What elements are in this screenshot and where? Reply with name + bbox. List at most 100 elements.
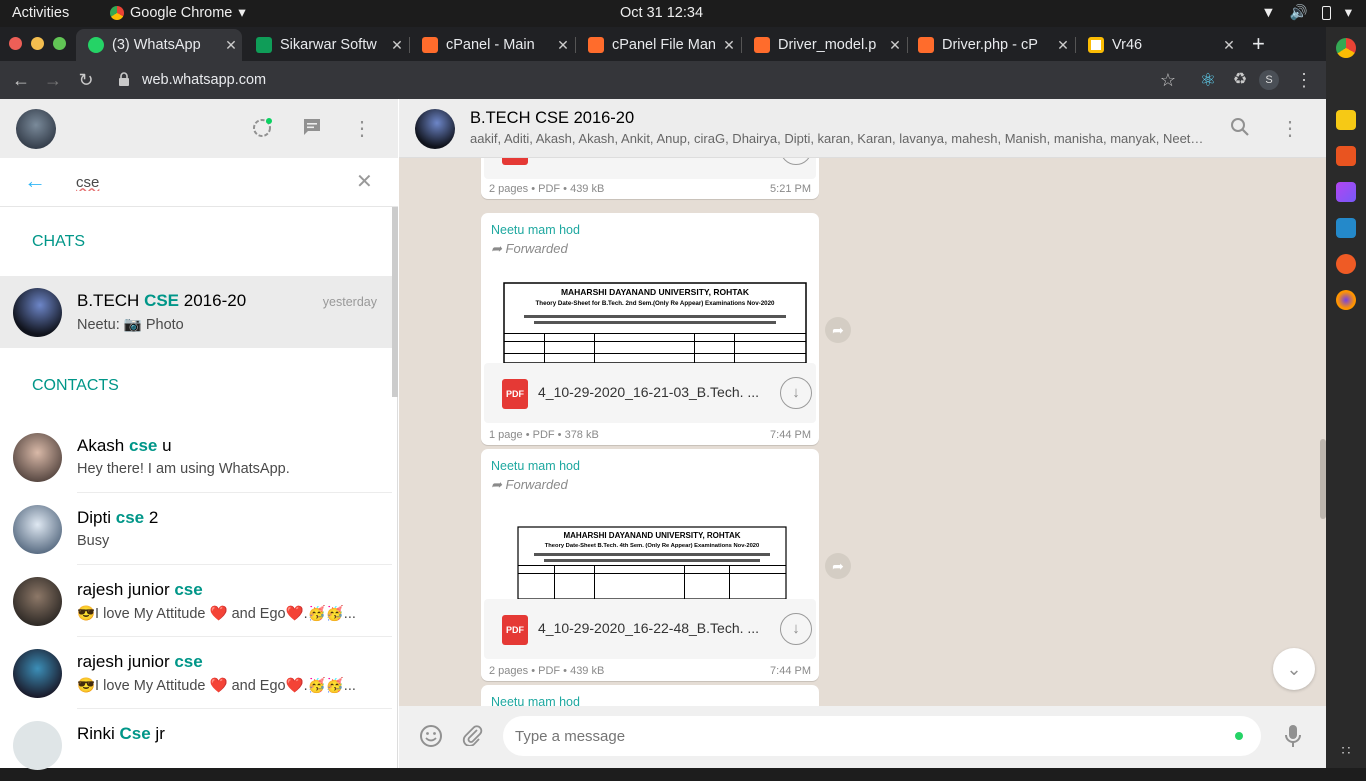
group-avatar[interactable] [415,109,455,149]
tab-cpanel-main[interactable]: cPanel - Main ✕ [410,29,574,61]
contacts-section-title: CONTACTS [32,377,119,394]
whatsapp-app: ⋮ ← ✕ CHATS B.TECH CSE 2016-20 Neetu: 📷 … [0,99,1326,770]
system-top-bar: Activities Google Chrome ▾ Oct 31 12:34 … [0,0,1366,27]
bookmark-star-icon[interactable]: ☆ [1155,67,1181,93]
document-preview[interactable]: MAHARSHI DAYANAND UNIVERSITY, ROHTAK The… [484,507,816,599]
rhythmbox-dock-icon[interactable] [1336,110,1356,130]
vscode-dock-icon[interactable] [1336,218,1356,238]
close-icon[interactable]: ✕ [386,37,408,54]
forward-message-button[interactable]: ➦ [825,553,851,579]
activities-button[interactable]: Activities [12,5,69,21]
chrome-dock-icon[interactable] [1336,38,1356,58]
react-devtools-icon[interactable]: ⚛ [1195,67,1221,93]
address-bar[interactable]: web.whatsapp.com [112,65,1192,95]
pdf-icon: PDF [502,379,528,409]
default-avatar [13,721,62,770]
download-icon[interactable]: ↓ [780,377,812,409]
back-button[interactable]: ← [8,67,34,93]
document-preview[interactable]: MAHARSHI DAYANAND UNIVERSITY, ROHTAK The… [484,271,816,363]
tab-sikarwar[interactable]: Sikarwar Softw ✕ [244,29,408,61]
my-avatar[interactable] [16,109,56,149]
contact-name: Rinki Cse jr [77,724,165,743]
contact-row[interactable]: Dipti cse 2 Busy [0,493,392,565]
scroll-to-bottom-button[interactable]: ⌄ [1273,648,1315,690]
tab-driver-php[interactable]: Driver.php - cP ✕ [906,29,1074,61]
file-name: 4_10-29-2020_16-22-48_B.Tech. ... [538,620,760,636]
conversation-header[interactable]: B.TECH CSE 2016-20 aakif, Aditi, Akash, … [399,99,1326,158]
chats-section-title: CHATS [32,233,86,250]
message-bubble[interactable]: Neetu mam hod ➦ Forwarded MAHARSHI DAYAN… [481,449,819,681]
new-chat-icon[interactable] [300,117,324,141]
menu-icon[interactable]: ⋮ [1278,117,1302,141]
contact-row[interactable]: Akash cse u Hey there! I am using WhatsA… [0,421,392,493]
browser-menu-icon[interactable]: ⋮ [1291,67,1317,93]
close-icon[interactable]: ✕ [1052,37,1074,54]
tab-whatsapp[interactable]: (3) WhatsApp ✕ [76,29,242,61]
extensions-icon[interactable]: ♻ [1227,67,1253,93]
minimize-window-button[interactable] [31,37,44,50]
search-highlight: CSE [144,291,180,310]
menu-icon[interactable]: ⋮ [350,117,374,141]
new-tab-button[interactable]: + [1252,31,1265,57]
clear-search-icon[interactable]: ✕ [356,169,373,194]
search-icon[interactable] [1228,117,1252,141]
contact-avatar [13,649,62,698]
sheets-icon [256,37,272,53]
profile-avatar[interactable]: S [1259,70,1279,90]
back-arrow-icon[interactable]: ← [24,168,46,194]
close-icon[interactable]: ✕ [884,37,906,54]
close-window-button[interactable] [9,37,22,50]
contact-row[interactable]: rajesh junior cse 😎I love My Attitude ❤️… [0,565,392,637]
tab-vr46[interactable]: Vr46 ✕ [1076,29,1240,61]
reload-button[interactable]: ↻ [73,67,99,93]
phpstorm-dock-icon[interactable] [1336,182,1356,202]
file-meta: 1 page • PDF • 378 kB [489,429,599,441]
app-menu[interactable]: Google Chrome ▾ [110,5,246,21]
software-store-dock-icon[interactable] [1336,146,1356,166]
chat-row[interactable]: B.TECH CSE 2016-20 Neetu: 📷 Photo yester… [0,276,392,348]
contact-row[interactable]: rajesh junior cse 😎I love My Attitude ❤️… [0,637,392,709]
status-icon[interactable] [250,117,274,141]
forward-arrow-icon: ➦ [491,241,502,256]
contact-name: Dipti cse 2 [77,508,159,527]
tab-cpanel-file-manager[interactable]: cPanel File Man ✕ [576,29,740,61]
conversation-pane: B.TECH CSE 2016-20 aakif, Aditi, Akash, … [399,99,1326,768]
search-highlight: cse [115,508,145,527]
contact-avatar [13,433,62,482]
contact-avatar [13,577,62,626]
message-bubble[interactable]: Neetu mam hod ➦ Forwarded MAHARSHI DAYAN… [481,213,819,445]
contact-row[interactable]: Rinki Cse jr [0,709,392,781]
close-icon[interactable]: ✕ [1218,37,1240,54]
contact-name: rajesh junior cse [77,580,203,599]
system-tray[interactable]: ▼ 🔊 ▾ [1261,4,1352,22]
whatsapp-icon [88,37,104,53]
search-input[interactable] [76,170,336,194]
search-highlight: cse [174,580,203,599]
close-icon[interactable]: ✕ [552,37,574,54]
attach-icon[interactable] [459,724,485,750]
microphone-icon[interactable] [1280,724,1306,750]
forward-message-button[interactable]: ➦ [825,317,851,343]
show-apps-icon[interactable]: ∷ [1336,740,1356,760]
file-attachment[interactable]: PDF 4_10-29-2020_16-22-48_B.Tech. ... ↓ [484,599,816,659]
message-input[interactable] [515,724,1215,748]
download-icon[interactable]: ↓ [780,613,812,645]
contact-avatar [13,505,62,554]
tab-driver-model[interactable]: Driver_model.p ✕ [742,29,906,61]
postman-dock-icon[interactable] [1336,254,1356,274]
close-icon[interactable]: ✕ [220,37,242,54]
clock[interactable]: Oct 31 12:34 [620,5,703,21]
forward-button[interactable]: → [40,67,66,93]
sidebar-scrollbar[interactable] [392,207,398,397]
message-input-box[interactable] [503,716,1261,756]
maximize-window-button[interactable] [53,37,66,50]
grammar-indicator [1235,732,1243,740]
message-sender: Neetu mam hod [491,459,580,473]
group-avatar [13,288,62,337]
firefox-dock-icon[interactable] [1336,290,1356,310]
forwarded-label: ➦ Forwarded [491,241,568,256]
close-icon[interactable]: ✕ [718,37,740,54]
file-attachment[interactable]: PDF 4_10-29-2020_16-21-03_B.Tech. ... ↓ [484,363,816,423]
emoji-icon[interactable] [418,724,444,750]
contact-status: Hey there! I am using WhatsApp. [77,461,290,477]
